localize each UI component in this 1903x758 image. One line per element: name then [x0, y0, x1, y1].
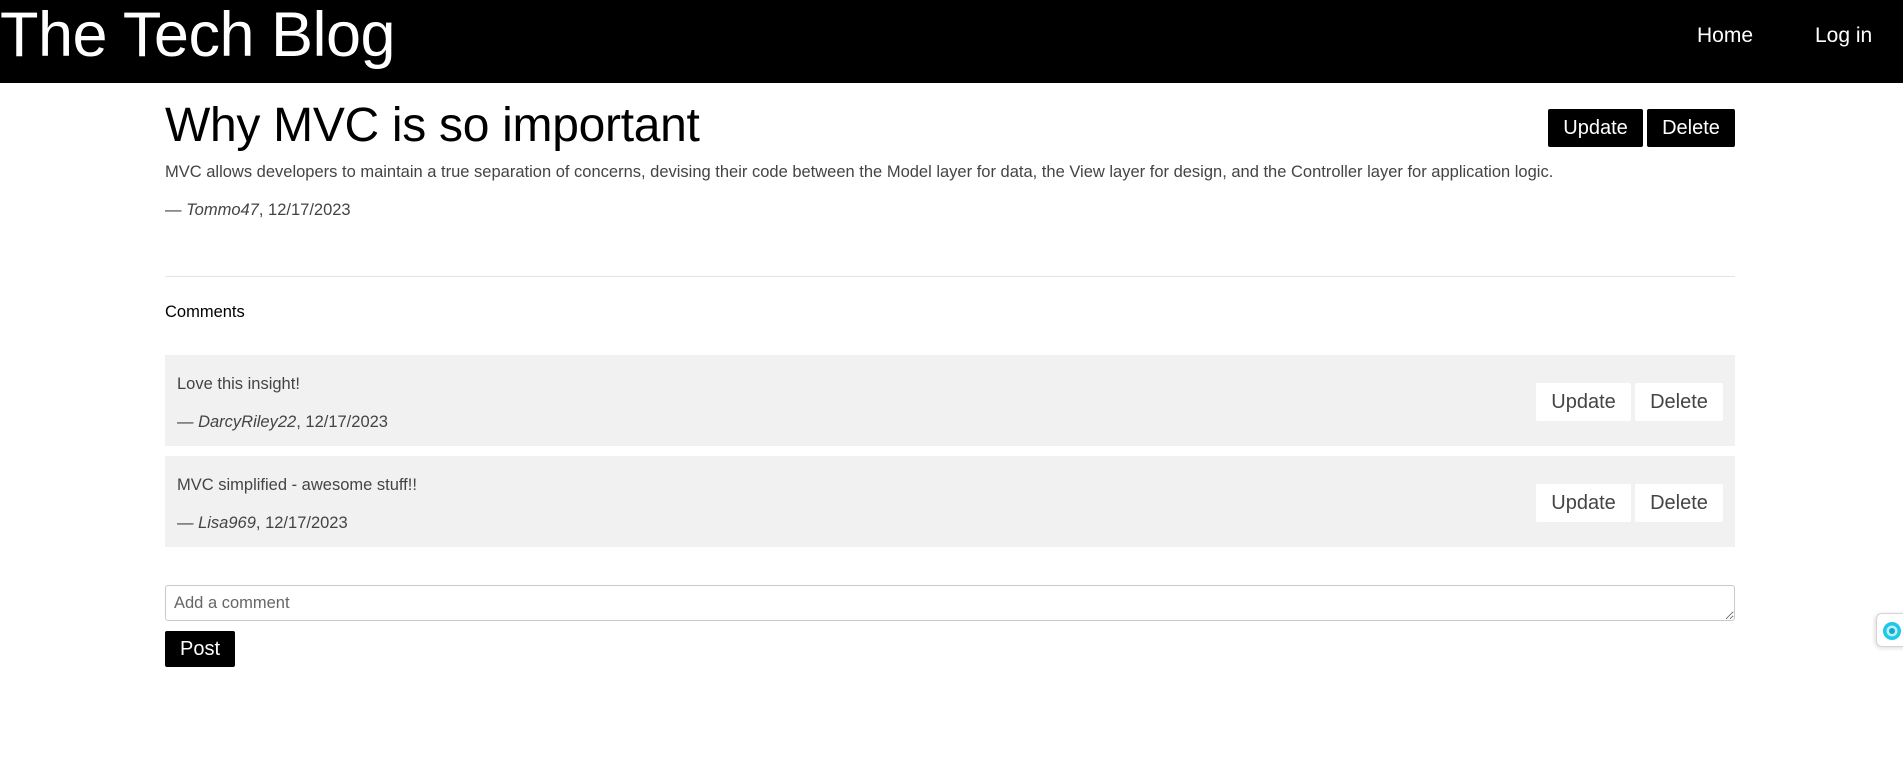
comment-text: MVC simplified - awesome stuff!!: [177, 476, 417, 494]
comment-author: Lisa969: [198, 514, 256, 532]
extension-badge-icon: [1883, 622, 1901, 640]
comment-meta: — DarcyRiley22, 12/17/2023: [177, 411, 388, 433]
comment-meta-prefix: —: [177, 514, 199, 532]
post-title: Why MVC is so important: [165, 99, 700, 152]
post-meta: — Tommo47, 12/17/2023: [165, 199, 351, 221]
comment-card: MVC simplified - awesome stuff!! — Lisa9…: [165, 456, 1735, 547]
comment-text: Love this insight!: [177, 375, 300, 393]
comment-author: DarcyRiley22: [198, 413, 297, 431]
comment-update-button[interactable]: Update: [1536, 484, 1631, 522]
nav-home-link[interactable]: Home: [1697, 24, 1753, 48]
post-author: Tommo47: [186, 201, 259, 219]
top-navbar: The Tech Blog Home Log in: [0, 0, 1903, 83]
comment-meta-prefix: —: [177, 413, 199, 431]
extension-widget[interactable]: [1876, 613, 1903, 647]
post-meta-prefix: —: [165, 201, 187, 219]
comment-meta: — Lisa969, 12/17/2023: [177, 512, 348, 534]
site-brand-link[interactable]: The Tech Blog: [0, 0, 396, 67]
comment-update-button[interactable]: Update: [1536, 383, 1631, 421]
comment-delete-button[interactable]: Delete: [1635, 383, 1723, 421]
comment-card: Love this insight! — DarcyRiley22, 12/17…: [165, 355, 1735, 446]
comment-date: , 12/17/2023: [255, 514, 348, 532]
comment-input[interactable]: [165, 585, 1735, 621]
comment-date: , 12/17/2023: [296, 413, 388, 431]
post-body: MVC allows developers to maintain a true…: [165, 163, 1554, 181]
comments-heading: Comments: [165, 303, 245, 321]
post-delete-button[interactable]: Delete: [1647, 109, 1735, 147]
comment-delete-button[interactable]: Delete: [1635, 484, 1723, 522]
post-comment-button[interactable]: Post: [165, 631, 235, 667]
section-divider: [165, 276, 1735, 277]
post-date: , 12/17/2023: [258, 201, 351, 219]
nav-login-link[interactable]: Log in: [1815, 24, 1872, 48]
post-update-button[interactable]: Update: [1548, 109, 1643, 147]
